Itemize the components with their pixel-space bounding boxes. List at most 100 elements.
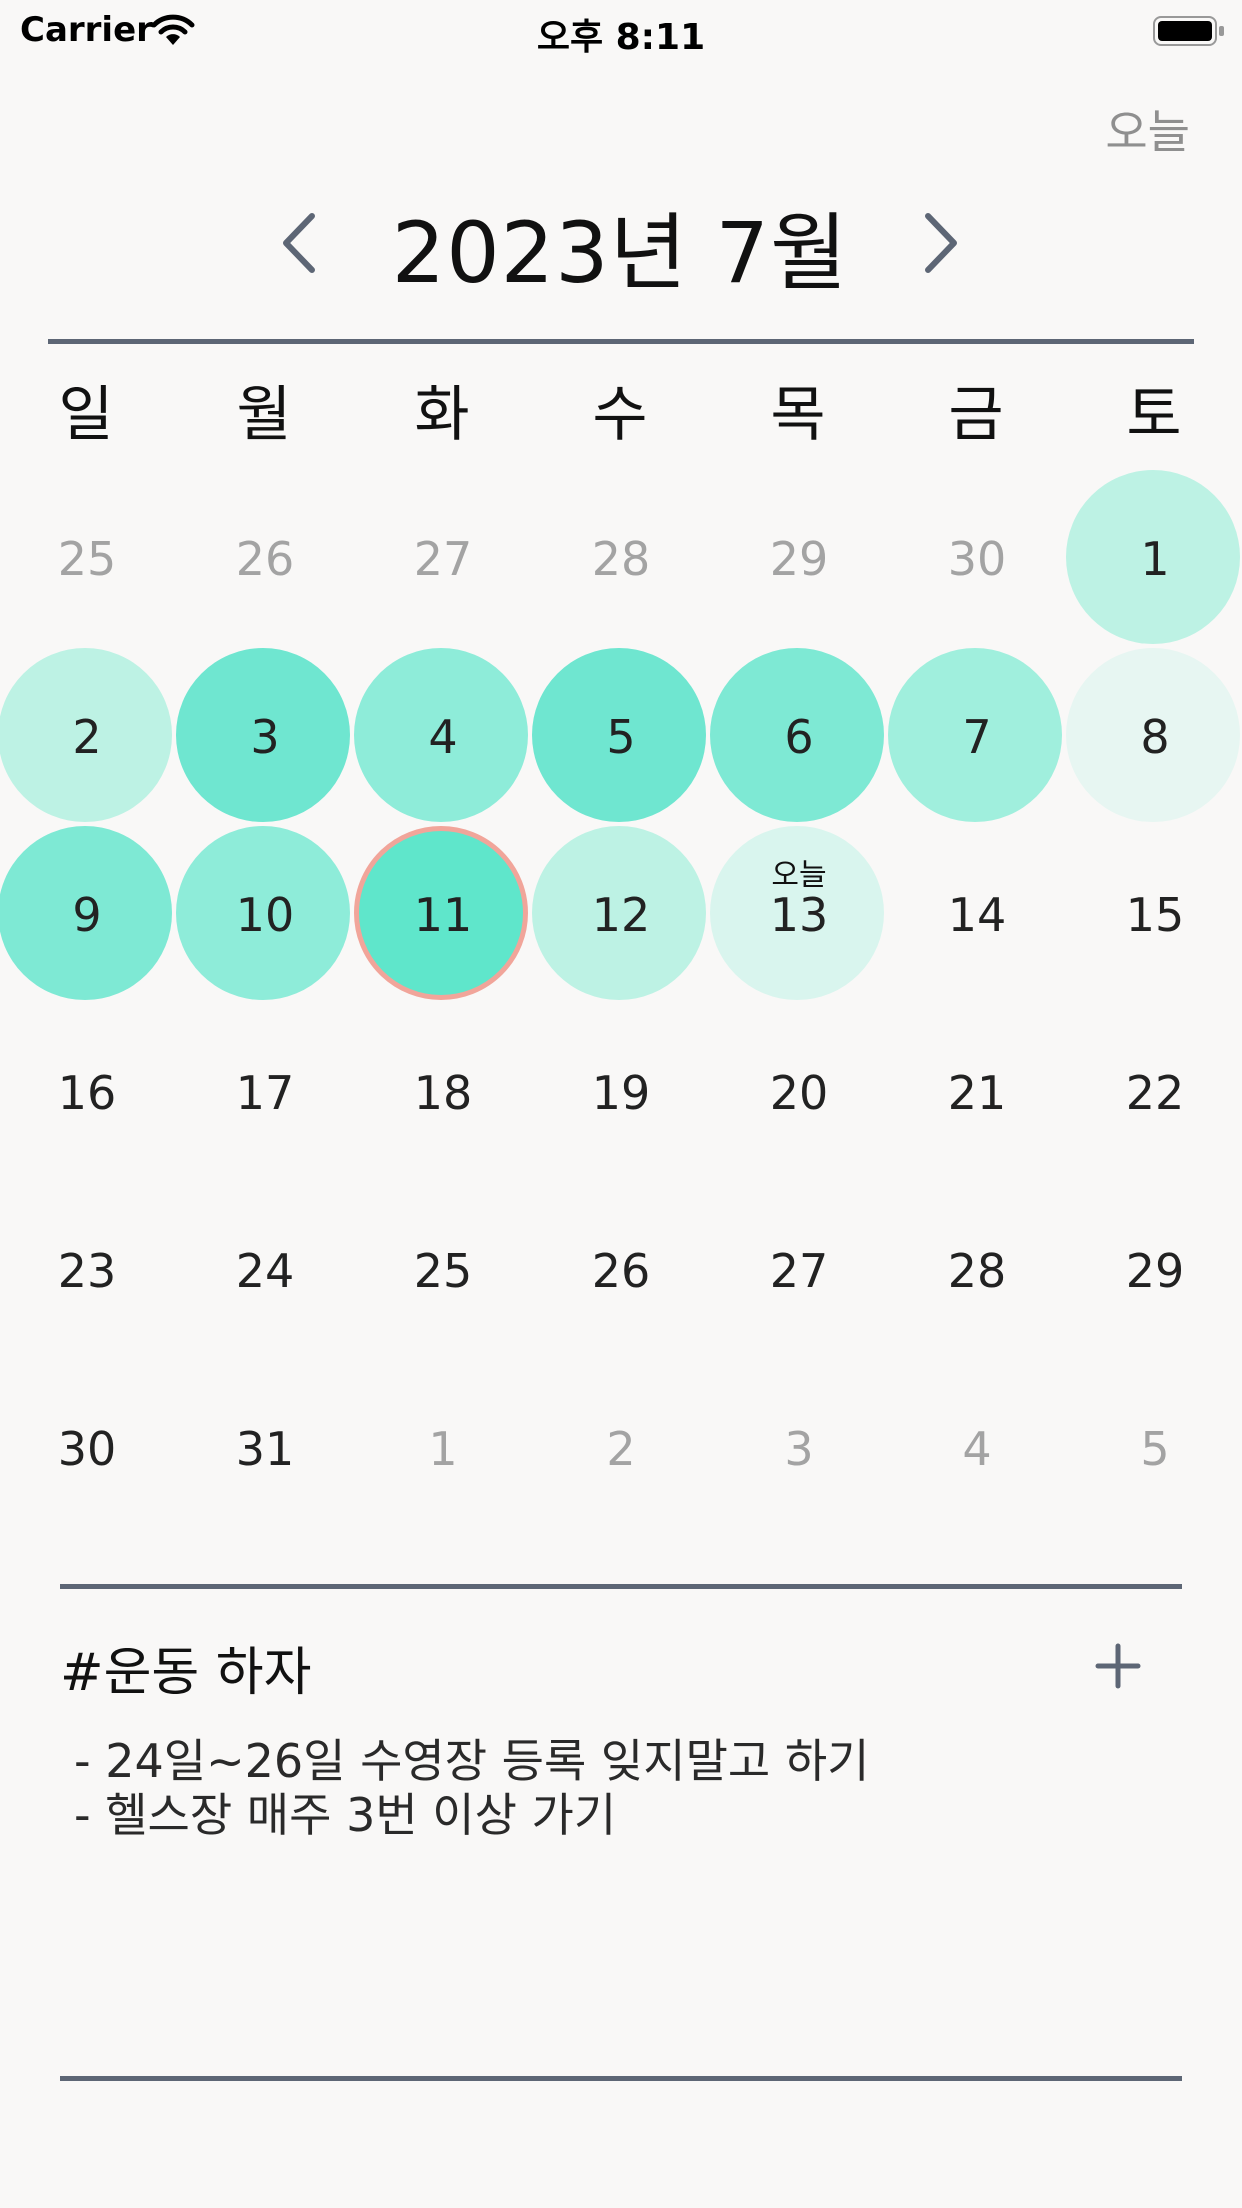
day-number: 4: [962, 1422, 992, 1476]
day-number: 22: [1125, 1066, 1185, 1120]
day-cell[interactable]: 5: [532, 648, 710, 826]
day-cell[interactable]: 23: [0, 1182, 176, 1360]
day-number: 17: [235, 1066, 295, 1120]
day-number: 21: [947, 1066, 1007, 1120]
day-number: 8: [1140, 710, 1170, 764]
day-cell[interactable]: 2: [0, 648, 176, 826]
day-cell[interactable]: 29: [710, 470, 888, 648]
day-cell[interactable]: 28: [532, 470, 710, 648]
calendar-screen: Carrier 오후 8:11 오늘 2023년 7월 일 월 화 수 목 금: [0, 0, 1242, 2208]
day-cell[interactable]: 29: [1066, 1182, 1242, 1360]
day-cell[interactable]: 28: [888, 1182, 1066, 1360]
day-number: 15: [1125, 888, 1185, 942]
weekday-fri: 금: [948, 380, 1004, 450]
day-cell[interactable]: 2: [532, 1360, 710, 1538]
day-cell[interactable]: 19: [532, 1004, 710, 1182]
memo-line: - 헬스장 매주 3번 이상 가기: [74, 1788, 617, 1842]
memo-line: - 24일~26일 수영장 등록 잊지말고 하기: [74, 1734, 870, 1788]
day-cell[interactable]: 27: [354, 470, 532, 648]
status-time: 오후 8:11: [536, 17, 706, 58]
day-cell[interactable]: 8: [1066, 648, 1242, 826]
day-number: 26: [591, 1244, 651, 1298]
day-number: 2: [606, 1422, 636, 1476]
day-cell[interactable]: 22: [1066, 1004, 1242, 1182]
chevron-right-icon: [925, 213, 957, 273]
day-cell[interactable]: 21: [888, 1004, 1066, 1182]
day-cell[interactable]: 10: [176, 826, 354, 1004]
memo-title: #운동 하자: [60, 1643, 312, 1703]
day-number: 25: [413, 1244, 473, 1298]
day-number: 28: [591, 532, 651, 586]
day-number: 28: [947, 1244, 1007, 1298]
weekday-sat: 토: [1126, 380, 1182, 450]
day-number: 11: [413, 888, 473, 942]
day-number: 5: [1140, 1422, 1170, 1476]
memo-divider-bottom: [60, 2076, 1182, 2081]
header-divider: [48, 339, 1194, 344]
day-cell[interactable]: 12: [532, 826, 710, 1004]
day-number: 5: [606, 710, 636, 764]
weekday-wed: 수: [592, 380, 648, 450]
day-cell[interactable]: 3: [176, 648, 354, 826]
day-cell[interactable]: 1: [354, 1360, 532, 1538]
day-cell[interactable]: 4: [888, 1360, 1066, 1538]
day-cell[interactable]: 31: [176, 1360, 354, 1538]
weekday-tue: 화: [414, 380, 470, 450]
day-number: 26: [235, 532, 295, 586]
day-number: 27: [769, 1244, 829, 1298]
day-cell[interactable]: 14: [888, 826, 1066, 1004]
prev-month-button[interactable]: [268, 206, 328, 280]
day-cell[interactable]: 16: [0, 1004, 176, 1182]
weekday-mon: 월: [236, 380, 292, 450]
plus-icon: [1095, 1643, 1141, 1689]
status-bar: Carrier 오후 8:11: [0, 0, 1242, 62]
day-number: 23: [57, 1244, 117, 1298]
day-cell[interactable]: 4: [354, 648, 532, 826]
day-cell[interactable]: 1: [1066, 470, 1242, 648]
day-number: 1: [1140, 532, 1170, 586]
day-number: 9: [72, 888, 102, 942]
add-memo-button[interactable]: [1090, 1636, 1146, 1696]
day-cell[interactable]: 24: [176, 1182, 354, 1360]
day-cell[interactable]: 30: [888, 470, 1066, 648]
month-title: 2023년 7월: [391, 204, 849, 302]
day-cell[interactable]: 7: [888, 648, 1066, 826]
day-number: 31: [235, 1422, 295, 1476]
day-number: 6: [784, 710, 814, 764]
next-month-button[interactable]: [912, 206, 972, 280]
day-cell[interactable]: 26: [176, 470, 354, 648]
today-button[interactable]: 오늘: [1080, 96, 1190, 159]
day-number: 30: [947, 532, 1007, 586]
day-cell[interactable]: 30: [0, 1360, 176, 1538]
day-cell[interactable]: 26: [532, 1182, 710, 1360]
day-number: 7: [962, 710, 992, 764]
day-cell[interactable]: 9: [0, 826, 176, 1004]
day-number: 16: [57, 1066, 117, 1120]
day-cell[interactable]: 15: [1066, 826, 1242, 1004]
day-cell[interactable]: 20: [710, 1004, 888, 1182]
day-number: 3: [250, 710, 280, 764]
day-cell[interactable]: 오늘 13: [710, 826, 888, 1004]
day-cell[interactable]: 3: [710, 1360, 888, 1538]
weekday-thu: 목: [770, 380, 826, 450]
day-number: 3: [784, 1422, 814, 1476]
day-cell[interactable]: 5: [1066, 1360, 1242, 1538]
day-cell[interactable]: 25: [354, 1182, 532, 1360]
day-number: 14: [947, 888, 1007, 942]
day-number: 20: [769, 1066, 829, 1120]
memo-content[interactable]: - 24일~26일 수영장 등록 잊지말고 하기 - 헬스장 매주 3번 이상 …: [74, 1734, 869, 1842]
day-cell[interactable]: 11: [354, 826, 532, 1004]
day-cell[interactable]: 18: [354, 1004, 532, 1182]
day-cell[interactable]: 25: [0, 470, 176, 648]
day-number: 25: [57, 532, 117, 586]
memo-divider-top: [60, 1584, 1182, 1589]
day-cell[interactable]: 17: [176, 1004, 354, 1182]
day-number: 27: [413, 532, 473, 586]
day-number: 29: [769, 532, 829, 586]
day-number: 10: [235, 888, 295, 942]
day-number: 18: [413, 1066, 473, 1120]
day-number: 29: [1125, 1244, 1185, 1298]
weekday-sun: 일: [58, 380, 114, 450]
day-cell[interactable]: 6: [710, 648, 888, 826]
day-cell[interactable]: 27: [710, 1182, 888, 1360]
